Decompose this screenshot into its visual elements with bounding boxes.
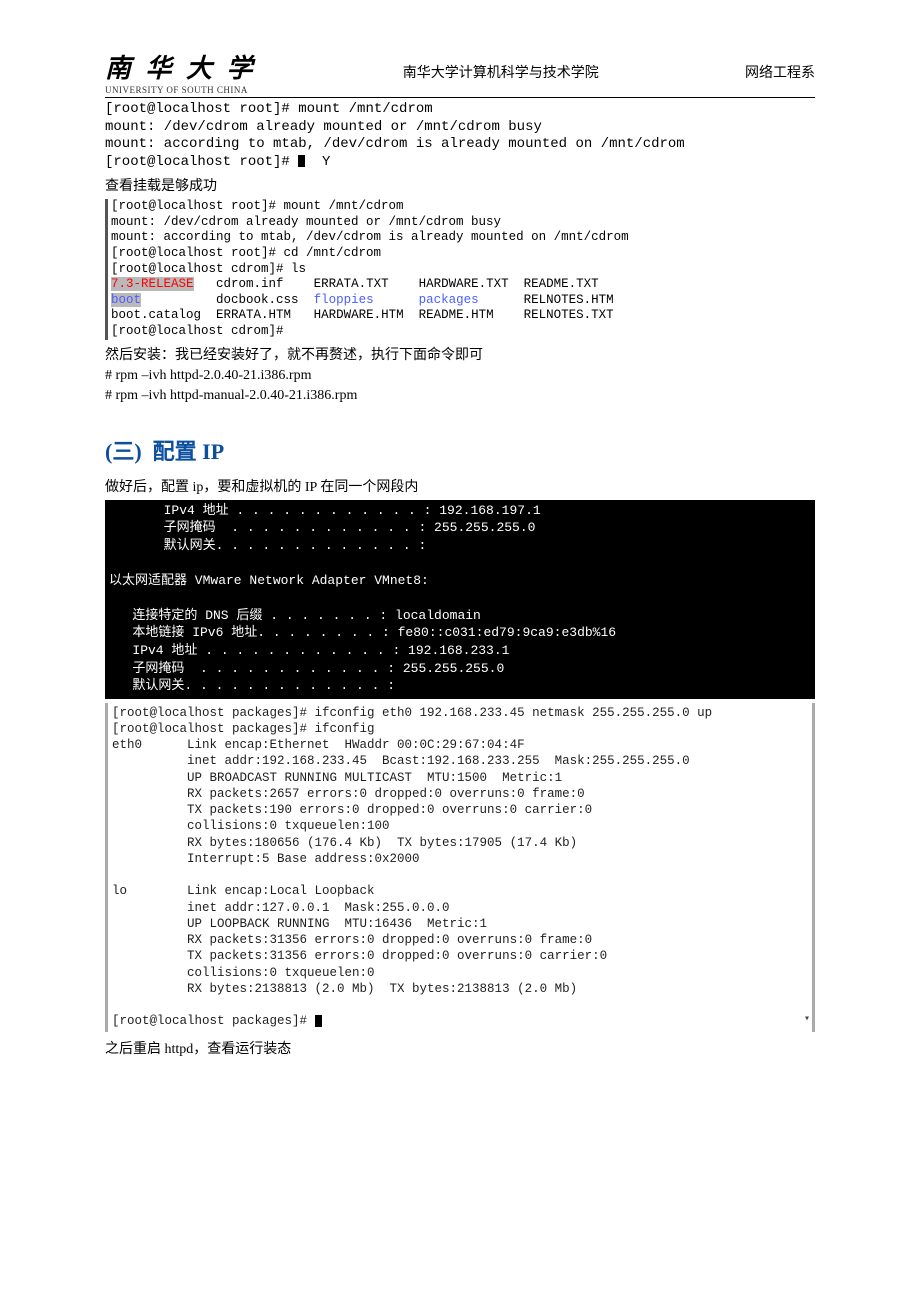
terminal-block-2: [root@localhost root]# mount /mnt/cdrom … bbox=[105, 199, 815, 340]
lc-l20: [root@localhost packages]# bbox=[112, 1014, 315, 1028]
lc-l9: RX bytes:180656 (176.4 Kb) TX bytes:1790… bbox=[112, 836, 577, 850]
heading-number: (三) bbox=[105, 439, 142, 464]
scroll-down-icon: ▾ bbox=[804, 1013, 810, 1026]
logo-cn: 南 华 大 学 bbox=[105, 48, 257, 85]
d-l4: 以太网适配器 VMware Network Adapter VMnet8: bbox=[109, 573, 429, 588]
t2-r2c3: floppies bbox=[314, 293, 374, 307]
t1-l4b: Y bbox=[305, 154, 330, 170]
lc-l6: RX packets:2657 errors:0 dropped:0 overr… bbox=[112, 787, 585, 801]
d-l6: 连接特定的 DNS 后缀 . . . . . . . : localdomain bbox=[109, 608, 481, 623]
header-center: 南华大学计算机科学与技术学院 bbox=[403, 62, 599, 82]
lc-l1: [root@localhost packages]# ifconfig eth0… bbox=[112, 706, 712, 720]
logo-en: UNIVERSITY OF SOUTH CHINA bbox=[105, 85, 248, 95]
text-install: 然后安装：我已经安装好了，就不再赘述，执行下面命令即可 bbox=[105, 344, 815, 364]
lc-l4: inet addr:192.168.233.45 Bcast:192.168.2… bbox=[112, 754, 690, 768]
lc-l15: RX packets:31356 errors:0 dropped:0 over… bbox=[112, 933, 592, 947]
windows-ipconfig-block: IPv4 地址 . . . . . . . . . . . . : 192.16… bbox=[105, 500, 815, 699]
t1-l3: mount: according to mtab, /dev/cdrom is … bbox=[105, 136, 685, 152]
header-right: 网络工程系 bbox=[745, 62, 815, 82]
logo: 南 华 大 学 UNIVERSITY OF SOUTH CHINA bbox=[105, 48, 257, 95]
lc-l12: lo Link encap:Local Loopback bbox=[112, 884, 375, 898]
cmd-rpm-httpd-manual: # rpm –ivh httpd-manual-2.0.40-21.i386.r… bbox=[105, 388, 815, 404]
t2-r2c4: packages bbox=[419, 293, 479, 307]
lc-l3: eth0 Link encap:Ethernet HWaddr 00:0C:29… bbox=[112, 738, 525, 752]
t2-r1c2: cdrom.inf bbox=[216, 277, 284, 291]
t2-lend: [root@localhost cdrom]# bbox=[111, 324, 284, 338]
lc-l2: [root@localhost packages]# ifconfig bbox=[112, 722, 375, 736]
d-l1: 子网掩码 . . . . . . . . . . . . : 255.255.2… bbox=[109, 520, 535, 535]
lc-l18: RX bytes:2138813 (2.0 Mb) TX bytes:21388… bbox=[112, 982, 577, 996]
t2-r1c5: README.TXT bbox=[524, 277, 599, 291]
t2-r1c3: ERRATA.TXT bbox=[314, 277, 389, 291]
d-l9: 子网掩码 . . . . . . . . . . . . : 255.255.2… bbox=[109, 661, 504, 676]
t2-l3: mount: according to mtab, /dev/cdrom is … bbox=[111, 230, 629, 244]
t2-l1: [root@localhost root]# mount /mnt/cdrom bbox=[111, 199, 404, 213]
t1-l4: [root@localhost root]# bbox=[105, 154, 298, 170]
t2-r2c1: boot bbox=[111, 293, 141, 307]
lc-l13: inet addr:127.0.0.1 Mask:255.0.0.0 bbox=[112, 901, 450, 915]
text-restart-httpd: 之后重启 httpd，查看运行装态 bbox=[105, 1038, 815, 1058]
t2-r1c1: 7.3-RELEASE bbox=[111, 277, 194, 291]
d-l8: IPv4 地址 . . . . . . . . . . . . : 192.16… bbox=[109, 643, 509, 658]
lc-l17: collisions:0 txqueuelen:0 bbox=[112, 966, 375, 980]
t2-r3c4: README.HTM bbox=[419, 308, 494, 322]
lc-l8: collisions:0 txqueuelen:100 bbox=[112, 819, 390, 833]
page-header: 南 华 大 学 UNIVERSITY OF SOUTH CHINA 南华大学计算… bbox=[105, 48, 815, 98]
t1-l2: mount: /dev/cdrom already mounted or /mn… bbox=[105, 119, 542, 135]
heading-section-3: (三) 配置 IP bbox=[105, 434, 815, 466]
t2-r2c5: RELNOTES.HTM bbox=[524, 293, 614, 307]
t2-l4: [root@localhost root]# cd /mnt/cdrom bbox=[111, 246, 381, 260]
heading-cn: 配置 bbox=[153, 439, 197, 464]
d-l10: 默认网关. . . . . . . . . . . . . : bbox=[109, 678, 395, 693]
document-page: 南 华 大 学 UNIVERSITY OF SOUTH CHINA 南华大学计算… bbox=[0, 0, 920, 1102]
t1-l1: [root@localhost root]# mount /mnt/cdrom bbox=[105, 101, 433, 117]
heading-lat: IP bbox=[197, 439, 225, 464]
text-config-ip: 做好后，配置 ip，要和虚拟机的 IP 在同一个网段内 bbox=[105, 476, 815, 496]
d-l7: 本地链接 IPv6 地址. . . . . . . . : fe80::c031… bbox=[109, 625, 616, 640]
cursor-icon bbox=[315, 1015, 322, 1027]
lc-l14: UP LOOPBACK RUNNING MTU:16436 Metric:1 bbox=[112, 917, 487, 931]
cmd-rpm-httpd: # rpm –ivh httpd-2.0.40-21.i386.rpm bbox=[105, 368, 815, 384]
t2-r3c5: RELNOTES.TXT bbox=[524, 308, 614, 322]
text-check-mount: 查看挂载是够成功 bbox=[105, 175, 815, 195]
t2-r2c2: docbook.css bbox=[216, 293, 299, 307]
t2-r3c3: HARDWARE.HTM bbox=[314, 308, 404, 322]
linux-ifconfig-block: [root@localhost packages]# ifconfig eth0… bbox=[105, 703, 815, 1032]
lc-l10: Interrupt:5 Base address:0x2000 bbox=[112, 852, 420, 866]
t2-l5a: [root@localhost cdrom]# ls bbox=[111, 262, 306, 276]
terminal-block-1: [root@localhost root]# mount /mnt/cdrom … bbox=[105, 101, 815, 171]
lc-l5: UP BROADCAST RUNNING MULTICAST MTU:1500 … bbox=[112, 771, 562, 785]
t2-l2: mount: /dev/cdrom already mounted or /mn… bbox=[111, 215, 501, 229]
lc-l7: TX packets:190 errors:0 dropped:0 overru… bbox=[112, 803, 592, 817]
t2-r3c2: ERRATA.HTM bbox=[216, 308, 291, 322]
d-l0: IPv4 地址 . . . . . . . . . . . . : 192.16… bbox=[109, 503, 541, 518]
lc-l16: TX packets:31356 errors:0 dropped:0 over… bbox=[112, 949, 607, 963]
t2-r1c4: HARDWARE.TXT bbox=[419, 277, 509, 291]
t2-r3c1: boot.catalog bbox=[111, 308, 201, 322]
d-l2: 默认网关. . . . . . . . . . . . . : bbox=[109, 538, 426, 553]
